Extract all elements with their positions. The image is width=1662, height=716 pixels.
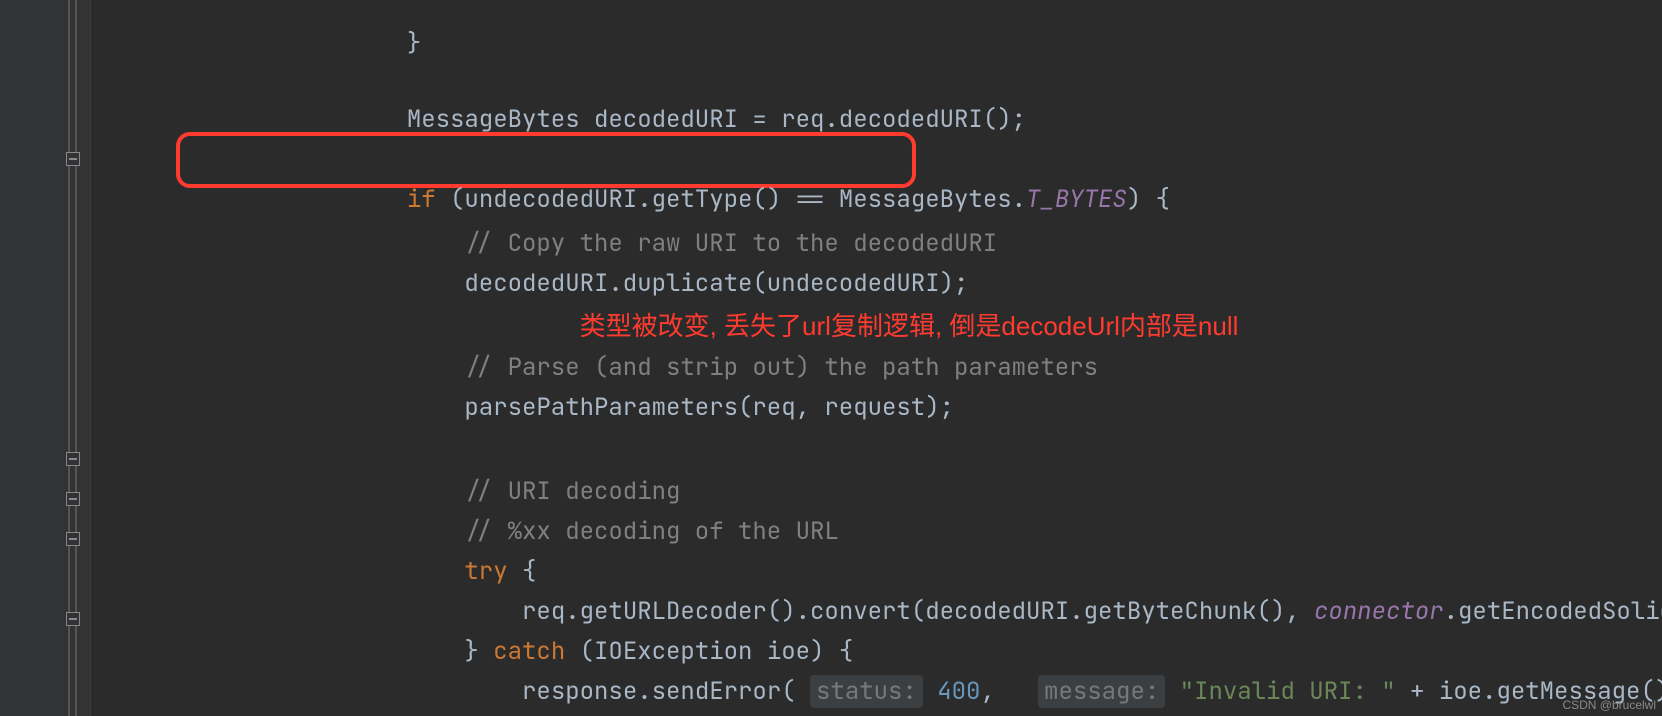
code-text: .getEncodedSolidusH <box>1444 596 1662 627</box>
code-area[interactable]: } MessageBytes decodedURI = req.decodedU… <box>90 0 1662 716</box>
fold-guide-2 <box>68 0 70 716</box>
code-text: response.sendError( <box>522 676 810 707</box>
code-text: , <box>980 676 1038 707</box>
fold-toggle-icon[interactable] <box>66 452 80 466</box>
fold-toggle-icon[interactable] <box>66 532 80 546</box>
fold-toggle-icon[interactable] <box>66 612 80 626</box>
fold-guide <box>75 0 77 716</box>
indent <box>176 104 406 135</box>
number-literal: 400 <box>923 676 981 707</box>
fold-toggle-icon[interactable] <box>66 492 80 506</box>
param-hint-message: message: <box>1038 675 1165 708</box>
code-text <box>1165 676 1179 707</box>
code-line: response.sendError( status: 400, message… <box>90 632 1662 716</box>
string-literal: "Invalid URI: " <box>1180 676 1396 707</box>
brace: } <box>407 28 421 59</box>
code-text: MessageBytes decodedURI = req.decodedURI… <box>407 104 1026 135</box>
gutter <box>0 0 91 716</box>
code-text: ) { <box>1127 184 1170 215</box>
fold-toggle-icon[interactable] <box>66 152 80 166</box>
code-editor[interactable]: } MessageBytes decodedURI = req.decodedU… <box>0 0 1662 716</box>
field: connector <box>1314 596 1444 627</box>
brace <box>176 28 406 59</box>
param-hint-status: status: <box>810 675 923 708</box>
constant: T_BYTES <box>1026 184 1127 215</box>
code-text: parsePathParameters(req, request); <box>464 392 954 423</box>
indent <box>176 676 522 707</box>
watermark: CSDN @brucelwl <box>1562 698 1656 712</box>
indent <box>176 392 464 423</box>
